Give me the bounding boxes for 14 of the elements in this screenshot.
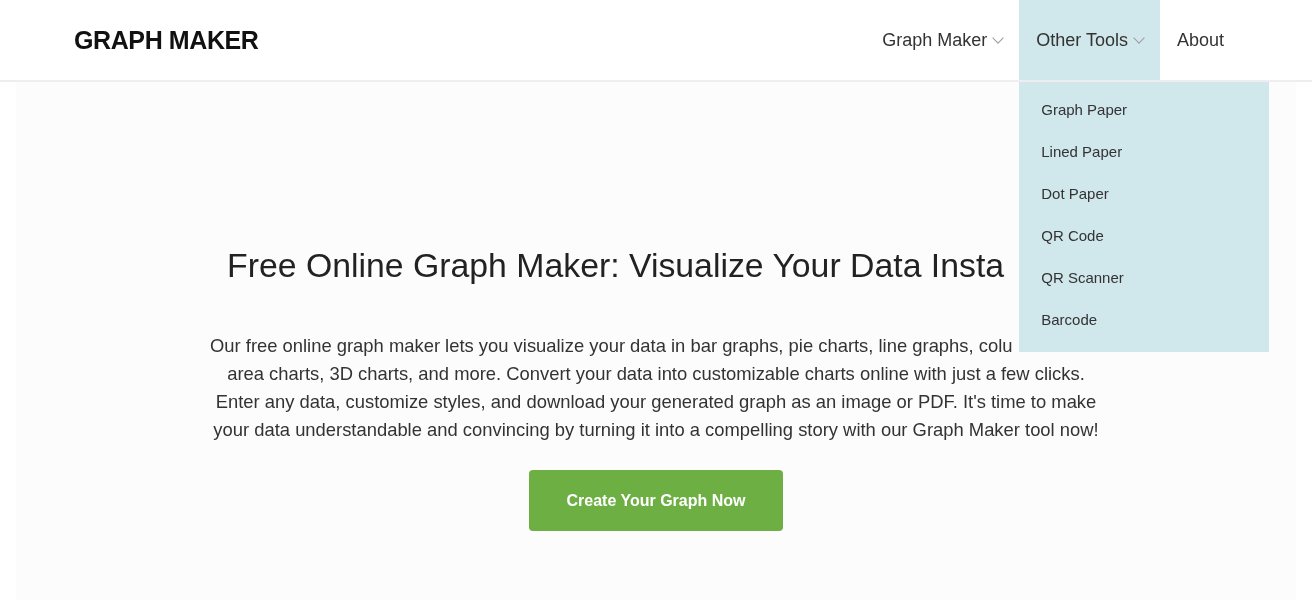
dropdown-item[interactable]: QR Scanner (1019, 269, 1270, 287)
nav-menu-button[interactable]: Graph Maker (865, 0, 1020, 80)
dropdown-item[interactable]: Graph Paper (1019, 101, 1270, 119)
dropdown-item[interactable]: Barcode (1019, 311, 1270, 329)
dropdown-item[interactable]: Dot Paper (1019, 185, 1270, 203)
nav-link[interactable]: About (1159, 0, 1224, 80)
hero-title: Free Online Graph Maker: Visualize Your Data Insta (227, 245, 1005, 285)
nav-menu-button[interactable]: Other Tools (1019, 0, 1160, 80)
chevron-down-icon (1132, 36, 1145, 44)
dropdown-item[interactable]: Lined Paper (1019, 143, 1270, 161)
site-logo[interactable]: GRAPH MAKER (74, 25, 259, 55)
dropdown-item[interactable]: QR Code (1019, 227, 1270, 245)
intro-paragraph: Our free online graph maker lets you visualize your data in bar graphs, pie charts, line graphs, colu area charts, 3D charts, and more. Convert your data into customizable charts online with just a few clicks. Enter any data, customize styles, and download your generated graph as an image or PDF. It's time to make your data understandable and convincing by turning it into a compelling story with our Graph Maker tool now! (209, 334, 1100, 442)
chevron-down-icon (992, 36, 1005, 44)
